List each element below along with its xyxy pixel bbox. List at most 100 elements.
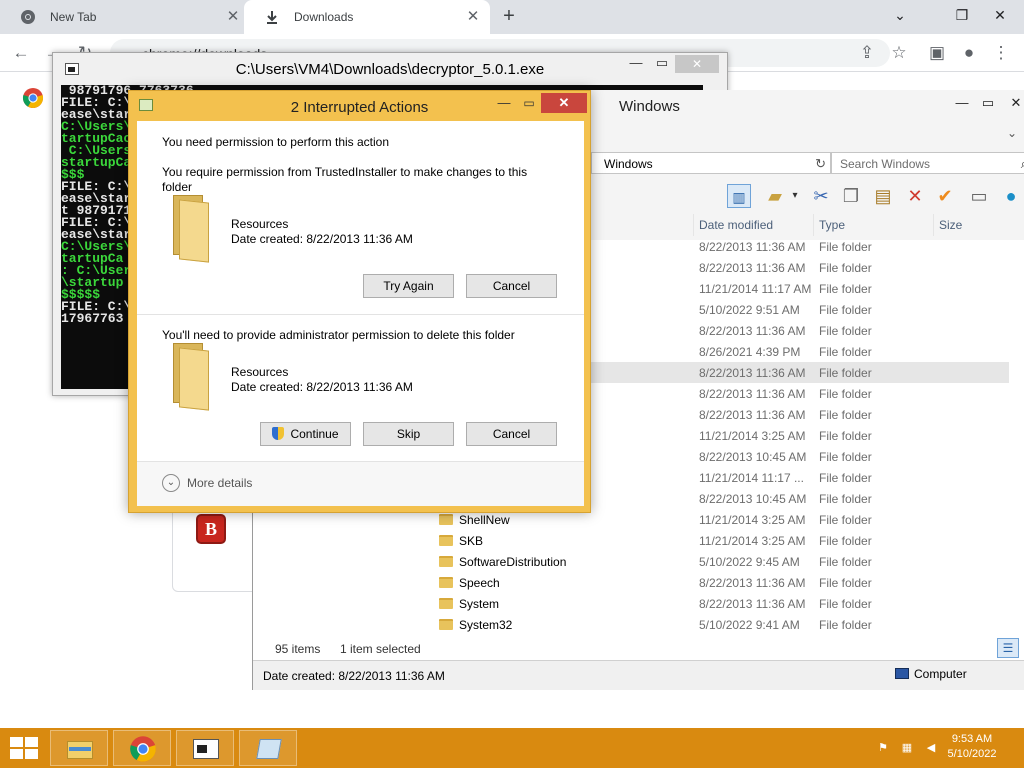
- close-window-button[interactable]: ✕: [984, 0, 1016, 32]
- back-icon[interactable]: ←: [10, 42, 32, 64]
- column-type[interactable]: Type: [819, 218, 845, 232]
- folder-icon: [439, 577, 453, 588]
- volume-icon[interactable]: ◀: [924, 741, 938, 755]
- file-row[interactable]: System 8/22/2013 11:36 AM File folder: [253, 593, 1009, 614]
- uac-shield-icon: [272, 427, 285, 440]
- copy-icon[interactable]: ❐: [839, 184, 863, 208]
- file-type: File folder: [819, 597, 872, 611]
- file-type: File folder: [819, 408, 872, 422]
- tab-label: New Tab: [50, 10, 97, 24]
- dropdown-arrow-icon[interactable]: ▾: [783, 184, 807, 208]
- file-date-modified: 8/22/2013 11:36 AM: [699, 366, 806, 380]
- globe-icon[interactable]: ●: [999, 184, 1023, 208]
- refresh-icon[interactable]: ↻: [815, 156, 826, 172]
- file-row[interactable]: SKB 11/21/2014 3:25 AM File folder: [253, 530, 1009, 551]
- maximize-button[interactable]: ▭: [975, 94, 1001, 112]
- bookmark-star-icon[interactable]: ☆: [888, 42, 910, 64]
- side-panel-icon[interactable]: ▣: [926, 42, 948, 64]
- details-date-created: Date created: 8/22/2013 11:36 AM: [263, 669, 445, 683]
- maximize-button[interactable]: ▭: [517, 95, 541, 113]
- file-name: ShellNew: [459, 513, 510, 527]
- file-type: File folder: [819, 366, 872, 380]
- file-date-modified: 11/21/2014 11:17 ...: [699, 471, 804, 485]
- maximize-button[interactable]: ▭: [649, 55, 675, 73]
- file-type: File folder: [819, 618, 872, 632]
- column-size[interactable]: Size: [939, 218, 962, 232]
- folder-icon: [169, 195, 213, 263]
- console-titlebar[interactable]: C:\Users\VM4\Downloads\decryptor_5.0.1.e…: [53, 53, 727, 85]
- explorer-toolbar: ▥ ▰ ▾ ✂ ❐ ▤ ✕ ✔ ▭ ●: [723, 182, 1024, 212]
- share-icon[interactable]: ⇪: [856, 42, 878, 64]
- file-date-modified: 8/22/2013 11:36 AM: [699, 324, 806, 338]
- menu-kebab-icon[interactable]: ⋮: [990, 42, 1012, 64]
- minimize-button[interactable]: —: [491, 95, 517, 113]
- file-date-modified: 11/21/2014 3:25 AM: [699, 534, 806, 548]
- cancel-button[interactable]: Cancel: [466, 274, 557, 298]
- continue-button[interactable]: Continue: [260, 422, 351, 446]
- close-button[interactable]: ✕: [675, 55, 719, 73]
- cancel-button[interactable]: Cancel: [466, 422, 557, 446]
- permission-heading: You need permission to perform this acti…: [162, 135, 390, 149]
- ribbon-expand-icon[interactable]: ⌄: [1007, 126, 1017, 140]
- delete-icon[interactable]: ✕: [903, 184, 927, 208]
- item-name: Resources: [231, 365, 289, 379]
- rename-icon[interactable]: ▭: [967, 184, 991, 208]
- file-type: File folder: [819, 534, 872, 548]
- network-icon[interactable]: ▦: [900, 741, 914, 755]
- skip-button[interactable]: Skip: [363, 422, 454, 446]
- action-center-flag-icon[interactable]: ⚑: [876, 741, 890, 755]
- windows-start-icon[interactable]: [10, 737, 38, 759]
- decryptor-app-icon[interactable]: B: [196, 514, 226, 544]
- taskbar-file-explorer[interactable]: [50, 730, 108, 766]
- explorer-address-bar[interactable]: Windows ↻: [591, 152, 831, 174]
- admin-permission-message: You'll need to provide administrator per…: [162, 328, 515, 342]
- new-tab-button[interactable]: +: [498, 6, 520, 28]
- item-date: Date created: 8/22/2013 11:36 AM: [231, 232, 413, 246]
- close-tab-icon[interactable]: ✕: [464, 8, 482, 26]
- minimize-button[interactable]: —: [623, 55, 649, 73]
- interrupted-actions-dialog: 2 Interrupted Actions — ▭ ✕ You need per…: [128, 90, 591, 513]
- try-again-button[interactable]: Try Again: [363, 274, 454, 298]
- restore-button[interactable]: ❐: [946, 0, 978, 32]
- taskbar-file-operation[interactable]: [239, 730, 297, 766]
- taskbar-clock[interactable]: 9:53 AM 5/10/2022: [942, 732, 1002, 762]
- cut-icon[interactable]: ✂: [809, 184, 833, 208]
- file-type: File folder: [819, 450, 872, 464]
- more-details-toggle[interactable]: More details: [187, 476, 252, 490]
- taskbar-chrome[interactable]: [113, 730, 171, 766]
- search-placeholder: Search Windows: [840, 157, 931, 171]
- tab-downloads[interactable]: Downloads ✕: [244, 0, 490, 34]
- tab-new-tab[interactable]: New Tab ✕: [0, 0, 250, 34]
- continue-label: Continue: [290, 427, 339, 441]
- close-tab-icon[interactable]: ✕: [224, 8, 242, 26]
- paste-icon[interactable]: ▤: [871, 184, 895, 208]
- clock-time: 9:53 AM: [951, 733, 993, 745]
- details-view-icon[interactable]: ☰: [997, 638, 1019, 658]
- file-row[interactable]: SoftwareDistribution 5/10/2022 9:45 AM Fil…: [253, 551, 1009, 572]
- taskbar-console[interactable]: [176, 730, 234, 766]
- computer-icon: [895, 668, 909, 679]
- explorer-search-box[interactable]: Search Windows ⌕: [831, 152, 1024, 174]
- file-row[interactable]: System32 5/10/2022 9:41 AM File folder: [253, 614, 1009, 635]
- file-type: File folder: [819, 387, 872, 401]
- file-date-modified: 8/26/2021 4:39 PM: [699, 345, 801, 359]
- folder-icon: [169, 343, 213, 411]
- chevron-down-icon[interactable]: ⌄: [162, 474, 180, 492]
- profile-avatar-icon[interactable]: ●: [958, 42, 980, 64]
- dialog-titlebar[interactable]: 2 Interrupted Actions — ▭ ✕: [129, 91, 590, 121]
- file-row[interactable]: Speech 8/22/2013 11:36 AM File folder: [253, 572, 1009, 593]
- close-button[interactable]: ✕: [1003, 94, 1024, 112]
- column-date-modified[interactable]: Date modified: [699, 218, 773, 232]
- file-type: File folder: [819, 429, 872, 443]
- item-date: Date created: 8/22/2013 11:36 AM: [231, 380, 413, 394]
- download-icon: [264, 9, 280, 25]
- close-button[interactable]: ✕: [541, 93, 587, 113]
- tab-search-icon[interactable]: ⌄: [884, 0, 916, 32]
- file-date-modified: 8/22/2013 11:36 AM: [699, 240, 806, 254]
- preview-pane-icon[interactable]: ▥: [727, 184, 751, 208]
- file-type: File folder: [819, 240, 872, 254]
- check-icon[interactable]: ✔: [933, 184, 957, 208]
- minimize-button[interactable]: —: [949, 94, 975, 112]
- file-name: SoftwareDistribution: [459, 555, 567, 569]
- computer-location: Computer: [895, 667, 967, 681]
